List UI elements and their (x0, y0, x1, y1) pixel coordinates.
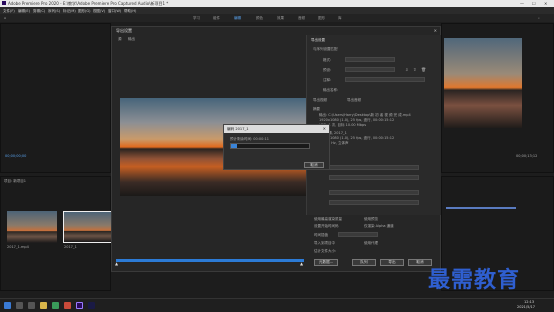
workspace-audio[interactable]: 音频 (298, 16, 305, 21)
time-interpolation-select[interactable] (338, 232, 378, 237)
summary-heading: 摘要 (313, 107, 320, 111)
menu-view[interactable]: 视图(V) (93, 9, 105, 14)
clock-time: 12:13 (524, 300, 535, 304)
menu-graphics[interactable]: 图形(G) (78, 9, 90, 14)
clock-date: 2021/5/17 (517, 305, 535, 309)
tab-source[interactable]: 源 (118, 37, 122, 42)
export-button[interactable]: 导出 (380, 259, 404, 266)
premiere-logo-icon (2, 1, 6, 5)
save-preset-icon[interactable]: ⇩ (405, 67, 408, 72)
search-icon[interactable] (16, 302, 23, 309)
right-timecode: 00;00;13;12 (516, 154, 538, 158)
menu-clip[interactable]: 剪辑(C) (33, 9, 45, 14)
match-sequence-checkbox[interactable]: 与序列设置匹配 (313, 47, 338, 52)
encoding-progress-fill (231, 144, 238, 148)
source-monitor: 00;00;00;00 (0, 23, 111, 173)
home-icon[interactable]: ⌂ (4, 16, 6, 20)
dialog-title: 导出设置 (116, 28, 132, 33)
workspace-learn[interactable]: 学习 (193, 16, 200, 21)
search-icon[interactable]: ⌕ (538, 16, 540, 20)
file-explorer-icon[interactable] (40, 302, 47, 309)
menu-sequence[interactable]: 序列(S) (48, 9, 60, 14)
progress-close-icon[interactable]: ✕ (323, 126, 326, 131)
workspace-editing[interactable]: 编辑 (234, 16, 241, 21)
range-start-handle-icon[interactable]: ▲ (115, 261, 118, 266)
workspace-bar: ⌂ 学习 组件 编辑 颜色 效果 音频 图形 库 ⌕ (0, 14, 554, 22)
progress-dialog-title: 编码 2017_1 (227, 127, 249, 131)
encoding-progress-bar (230, 143, 310, 149)
effects-row[interactable] (329, 200, 419, 205)
progress-cancel-button[interactable]: 取消 (304, 162, 324, 168)
task-view-icon[interactable] (28, 302, 35, 309)
use-previews-checkbox[interactable]: 使用预览 (364, 217, 378, 222)
import-preset-icon[interactable]: ⇧ (413, 67, 416, 72)
workspace-libraries[interactable]: 库 (338, 16, 342, 21)
watermark-logo: 最需教育 (428, 267, 521, 293)
progress-dialog-header: 编码 2017_1 (224, 125, 329, 133)
menu-help[interactable]: 帮助(H) (124, 9, 136, 14)
workspace-color[interactable]: 颜色 (256, 16, 263, 21)
comments-input[interactable] (345, 77, 425, 82)
minimize-button[interactable]: — (520, 1, 524, 6)
media-encoder-icon[interactable] (88, 302, 95, 309)
export-range-bar[interactable] (116, 259, 304, 262)
preset-select[interactable] (345, 67, 395, 72)
dialog-close-icon[interactable]: ✕ (434, 28, 437, 33)
windows-start-icon[interactable] (4, 302, 11, 309)
alpha-only-checkbox[interactable]: 仅渲染 Alpha 通道 (364, 224, 394, 229)
menu-window[interactable]: 窗口(W) (108, 9, 121, 14)
effects-row[interactable] (329, 190, 419, 195)
program-preview (444, 38, 522, 128)
maximize-button[interactable]: ☐ (532, 1, 536, 6)
taskbar: 12:13 2021/5/17 (0, 298, 554, 312)
start-timecode-checkbox[interactable]: 设置开始时间码 (314, 224, 339, 229)
workspace-graphics[interactable]: 图形 (318, 16, 325, 21)
menu-bar: 文件(F) 编辑(E) 剪辑(C) 序列(S) 标记(M) 图形(G) 视图(V… (0, 7, 554, 14)
left-timecode: 00;00;00;00 (5, 154, 27, 158)
effects-row[interactable] (329, 175, 419, 180)
queue-button[interactable]: 队列 (352, 259, 376, 266)
project-label: 项目: 新项目1 (4, 179, 27, 183)
workspace-assembly[interactable]: 组件 (213, 16, 220, 21)
menu-edit[interactable]: 编辑(E) (18, 9, 30, 14)
chrome-icon[interactable] (64, 302, 71, 309)
project-item-label: 2017_1.mp4 (7, 245, 29, 249)
export-options: 使用最高渲染质量 使用预览 设置开始时间码 仅渲染 Alpha 通道 时间插值 … (308, 215, 440, 271)
program-monitor: 00;00;13;12 (441, 23, 554, 173)
range-end-handle-icon[interactable]: ▲ (300, 261, 303, 266)
project-thumbnail-2[interactable] (63, 211, 113, 243)
delete-preset-icon[interactable]: 🗑 (421, 67, 426, 72)
timeline-clip[interactable] (446, 207, 516, 209)
encoding-progress-dialog: 编码 2017_1 ✕ 预计剩余时间: 00:00:11 取消 (223, 124, 330, 170)
close-button[interactable]: ✕ (544, 1, 547, 6)
project-item-label: 2017_1 (64, 245, 77, 249)
effects-row[interactable] (329, 165, 419, 170)
format-select[interactable] (345, 57, 395, 62)
import-into-project-checkbox[interactable]: 导入到项目中 (314, 241, 335, 246)
project-thumbnail-1[interactable] (7, 211, 57, 243)
browser-icon[interactable] (52, 302, 59, 309)
menu-file[interactable]: 文件(F) (3, 9, 15, 14)
use-proxies-checkbox[interactable]: 使用代理 (364, 241, 378, 246)
format-label: 格式: (323, 58, 332, 62)
export-video-checkbox[interactable]: 导出视频 (313, 98, 327, 103)
max-render-quality-checkbox[interactable]: 使用最高渲染质量 (314, 217, 342, 222)
remaining-time-label: 预计剩余时间: 00:00:11 (230, 137, 270, 141)
tab-output[interactable]: 输出 (128, 37, 135, 42)
export-audio-checkbox[interactable]: 导出音频 (347, 98, 361, 103)
premiere-icon[interactable] (76, 302, 83, 309)
comments-label: 注释: (323, 78, 332, 82)
metadata-button[interactable]: 元数据... (314, 259, 338, 266)
project-panel: 项目: 新项目1 2017_1.mp4 2017_1 (0, 176, 113, 291)
menu-marker[interactable]: 标记(M) (63, 9, 76, 14)
title-bar: Adobe Premiere Pro 2020 - E:\教学\Adobe Pr… (0, 0, 554, 7)
workspace-effects[interactable]: 效果 (277, 16, 284, 21)
settings-title: 导出设置 (311, 38, 325, 42)
time-interpolation-label: 时间插值 (314, 233, 328, 237)
estimated-size-label: 估计文件大小: (314, 249, 337, 253)
preset-label: 预设: (323, 68, 332, 72)
output-name-label: 输出名称: (323, 88, 339, 92)
